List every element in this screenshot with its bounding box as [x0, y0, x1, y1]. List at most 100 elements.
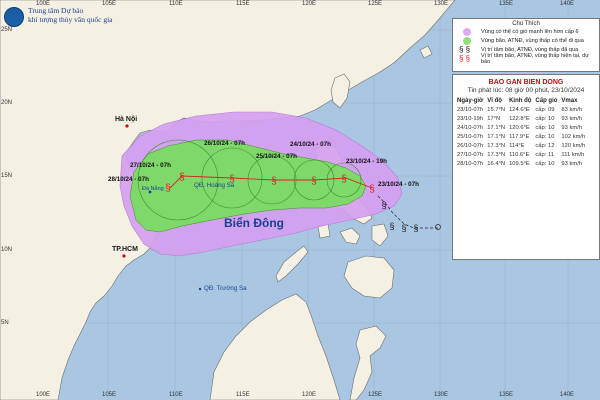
cell-time: 23/10-19h	[457, 115, 484, 122]
cell-time: 24/10-07h	[457, 124, 484, 131]
svg-text:§: §	[389, 221, 394, 231]
lat-tick-15: 15N	[1, 173, 13, 179]
cell-lat: 17°N	[487, 115, 501, 122]
agency-header: Trung tâm Dự báo khí tượng thủy văn quốc…	[4, 6, 112, 27]
cell-time: 25/10-07h	[457, 133, 484, 140]
sea-label: Biển Đông	[224, 216, 284, 230]
forecast-label-27-10: 27/10/24 - 07h	[130, 162, 171, 169]
lon-tick-110-bottom: 110E	[169, 392, 183, 398]
storm-track-table: Ngày-giờ Vĩ độ Kinh độ Cấp gió Vmax 23/1…	[455, 96, 587, 168]
spratly-label: QĐ. Trường Sa	[204, 285, 247, 292]
lat-tick-10: 10N	[1, 247, 13, 253]
forecast-label-24-10: 24/10/24 - 07h	[290, 141, 331, 148]
table-row: 23/10-19h 17°N 122.8°E cấp: 10 93 km/h	[455, 114, 587, 123]
lon-tick-115-bottom: 115E	[236, 392, 250, 398]
cell-level: cấp: 09	[535, 106, 555, 113]
cell-time: 23/10-07h	[457, 106, 484, 113]
legend-label-forecast-position: Vị trí tâm bão, ATNĐ, vùng thấp hiện tại…	[480, 52, 589, 65]
red-typhoon-icon: § §	[459, 53, 471, 63]
table-row: 24/10-07h 17.1°N 120.6°E cấp: 10 93 km/h	[455, 123, 587, 132]
svg-text:§: §	[401, 223, 406, 233]
forecast-label-28-10: 28/10/24 - 07h	[108, 176, 149, 183]
column-header-time: Ngày-giờ	[457, 97, 484, 104]
lon-tick-105-bottom: 105E	[102, 392, 117, 398]
forecast-label-23-10-07h: 23/10/24 - 07h	[378, 181, 419, 188]
danang-label: Đà Nẵng	[142, 186, 164, 192]
cell-level: cấp: 10	[535, 133, 555, 140]
table-row: 28/10-07h 16.4°N 109.5°E cấp: 10 93 km/h	[455, 159, 587, 168]
legend-row-track-zone: Vùng bão, ATNĐ, vùng thấp có thể đi qua	[459, 36, 599, 45]
cell-level: cấp: 11	[535, 151, 554, 158]
lon-tick-140: 140E	[560, 1, 575, 7]
lon-tick-135-bottom: 135E	[499, 392, 514, 398]
cell-vmax: 111 km/h	[561, 151, 585, 158]
agency-name-line1: Trung tâm Dự báo	[28, 6, 84, 15]
table-header-row: Ngày-giờ Vĩ độ Kinh độ Cấp gió Vmax	[455, 96, 587, 105]
bulletin-issue-time: Tin phát lúc: 08 giờ 00 phút, 23/10/2024	[467, 87, 585, 94]
column-header-lat: Vĩ độ	[487, 97, 502, 104]
lon-tick-130-bottom: 130E	[434, 392, 449, 398]
map-legend: Chú Thích Vùng có thể có gió mạnh lên hơ…	[452, 18, 600, 72]
cell-lon: 120.6°E	[509, 124, 530, 131]
cell-lat: 17.1°N	[487, 124, 506, 131]
pink-circle-icon	[459, 27, 475, 36]
lon-tick-135: 135E	[499, 1, 514, 7]
table-row: 25/10-07h 17.1°N 117.9°E cấp: 10 102 km/…	[455, 132, 587, 141]
lon-tick-120: 120E	[302, 1, 317, 7]
lon-tick-140-bottom: 140E	[560, 392, 575, 398]
column-header-lon: Kinh độ	[509, 97, 532, 104]
lat-tick-20: 20N	[1, 100, 13, 106]
cell-time: 27/10-07h	[457, 151, 484, 158]
storm-bulletin-panel: BAO GAN BIEN DONG Tin phát lúc: 08 giờ 0…	[452, 74, 600, 260]
agency-name-line2: khí tượng thủy văn quốc gia	[28, 15, 113, 24]
storm-map-screen: § § § § § § § § § § § 100E 105E 110E 115…	[0, 0, 600, 400]
cell-level: cấp: 10	[535, 160, 555, 167]
legend-row-forecast-position: § § Vị trí tâm bão, ATNĐ, vùng thấp hiện…	[459, 52, 599, 65]
lat-tick-5: 5N	[1, 320, 9, 326]
cell-level: cấp: 10	[535, 115, 555, 122]
lon-tick-100-bottom: 100E	[36, 392, 51, 398]
column-header-level: Cấp gió	[535, 97, 558, 104]
legend-label-track-zone: Vùng bão, ATNĐ, vùng thấp có thể đi qua	[481, 37, 584, 44]
cell-lon: 117.9°E	[509, 133, 530, 140]
agency-logo-icon	[4, 7, 24, 27]
lon-tick-125: 125E	[368, 1, 383, 7]
paracel-label: QĐ. Hoàng Sa	[194, 182, 235, 189]
table-row: 26/10-07h 17.3°N 114°E cấp: 12 120 km/h	[455, 141, 587, 150]
table-row: 27/10-07h 17.3°N 110.6°E cấp: 11 111 km/…	[455, 150, 587, 159]
cell-level: cấp: 10	[535, 124, 555, 131]
table-row: 23/10-07h 15.7°N 124.6°E cấp: 09 83 km/h	[455, 105, 587, 114]
cell-vmax: 93 km/h	[561, 160, 583, 167]
cell-time: 26/10-07h	[457, 142, 484, 149]
cell-level: cấp: 12	[535, 142, 555, 149]
cell-vmax: 93 km/h	[561, 115, 583, 122]
cell-lon: 110.6°E	[509, 151, 530, 158]
hcm-marker	[122, 254, 126, 258]
svg-text:§: §	[271, 176, 277, 187]
cell-lat: 16.4°N	[487, 160, 506, 167]
lon-tick-110: 110E	[169, 1, 183, 7]
svg-text:§: §	[341, 174, 347, 185]
lon-tick-130: 130E	[434, 1, 449, 7]
bulletin-title: BAO GAN BIEN DONG	[488, 79, 564, 86]
cell-vmax: 120 km/h	[561, 142, 586, 149]
cell-lat: 17.1°N	[487, 133, 506, 140]
forecast-label-23-10-19h: 23/10/24 - 19h	[346, 158, 387, 165]
svg-text:§: §	[381, 200, 386, 210]
cell-vmax: 102 km/h	[561, 133, 586, 140]
lat-tick-25: 25N	[1, 27, 13, 33]
spratly-marker	[198, 287, 202, 291]
cell-lon: 109.5°E	[509, 160, 530, 167]
forecast-label-25-10: 25/10/24 - 07h	[256, 153, 297, 160]
green-circle-icon	[459, 36, 475, 45]
lon-tick-125-bottom: 125E	[368, 392, 383, 398]
cell-lon: 122.8°E	[509, 115, 530, 122]
forecast-label-26-10: 26/10/24 - 07h	[204, 140, 245, 147]
legend-label-wind-zone: Vùng có thể có gió mạnh lên hơn cấp 6	[481, 28, 579, 35]
svg-text:§: §	[311, 176, 317, 187]
cell-lat: 17.3°N	[487, 142, 506, 149]
hanoi-marker	[125, 124, 129, 128]
cell-time: 28/10-07h	[457, 160, 484, 167]
lon-tick-115: 115E	[236, 1, 250, 7]
svg-text:§: §	[369, 184, 375, 195]
